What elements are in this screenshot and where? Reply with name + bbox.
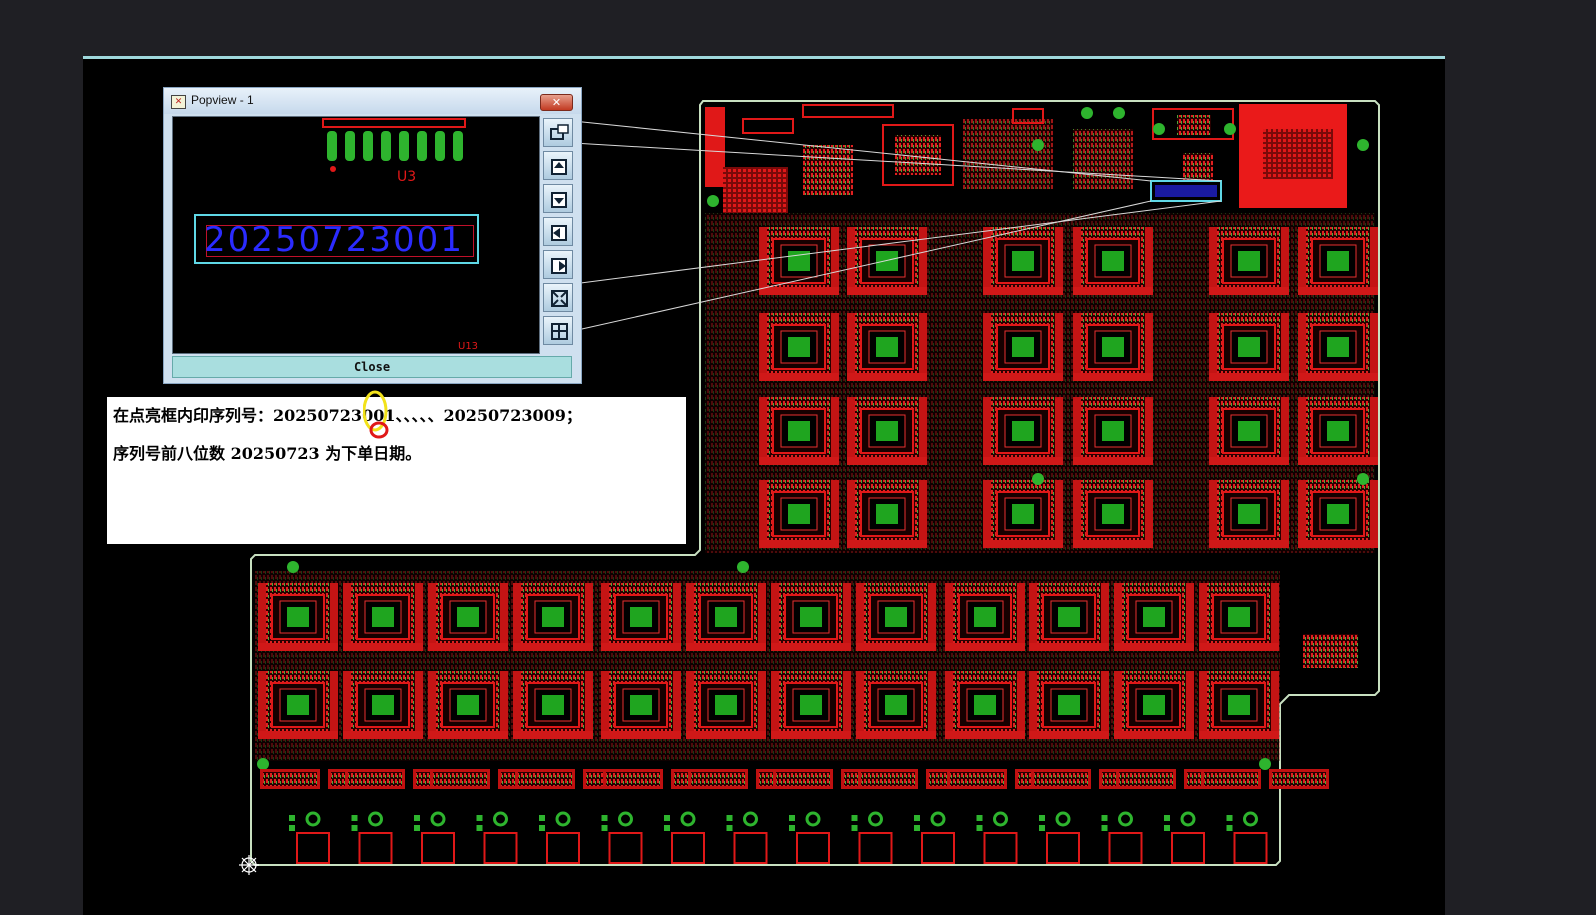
- channel-module: [770, 670, 852, 740]
- serial-number-text: 20250723001: [204, 220, 464, 260]
- upper-module-grid: [705, 213, 1379, 553]
- connector-block: [688, 769, 748, 789]
- channel-module: [1028, 582, 1110, 652]
- connector-block: [1201, 769, 1261, 789]
- channel-module: [685, 582, 767, 652]
- channel-module: [427, 670, 509, 740]
- channel-module: [1113, 582, 1195, 652]
- channel-module: [1113, 670, 1195, 740]
- channel-module: [855, 582, 937, 652]
- connector-block: [1031, 769, 1091, 789]
- component-refdes: U3: [397, 169, 417, 185]
- channel-module: [982, 226, 1064, 296]
- channel-module: [758, 396, 840, 466]
- note-line-1: 在点亮框内印序列号：20250723001、、、、、20250723009；: [113, 406, 582, 425]
- channel-module: [982, 312, 1064, 382]
- channel-module: [758, 226, 840, 296]
- connector-block: [858, 769, 918, 789]
- channel-module: [770, 582, 852, 652]
- pan-right-button[interactable]: [543, 250, 573, 279]
- pan-right-icon: [551, 258, 567, 274]
- channel-module: [1198, 670, 1280, 740]
- channel-module: [1297, 312, 1379, 382]
- zoom-window-icon: [550, 124, 569, 140]
- channel-module: [982, 396, 1064, 466]
- channel-module: [1072, 312, 1154, 382]
- popview-toolbar: [541, 116, 575, 352]
- channel-module: [1208, 396, 1290, 466]
- serial-highlight-box[interactable]: 20250723001: [194, 214, 479, 264]
- channel-module: [846, 396, 928, 466]
- popview-titlebar[interactable]: ✕ Popview - 1 ✕: [164, 88, 581, 114]
- channel-module: [1297, 479, 1379, 549]
- channel-module: [944, 670, 1026, 740]
- channel-module: [600, 670, 682, 740]
- popview-viewport[interactable]: U13 U3 20250723001: [172, 116, 540, 354]
- channel-module: [257, 582, 339, 652]
- zoom-in-icon: [551, 159, 567, 175]
- channel-module: [1208, 479, 1290, 549]
- channel-module: [1028, 670, 1110, 740]
- channel-module: [846, 312, 928, 382]
- channel-module: [758, 312, 840, 382]
- channel-module: [758, 479, 840, 549]
- channel-module: [1297, 396, 1379, 466]
- connector-block: [1269, 769, 1329, 789]
- channel-module: [427, 582, 509, 652]
- connector-block: [603, 769, 663, 789]
- channel-module: [846, 226, 928, 296]
- pan-left-icon: [551, 225, 567, 241]
- zoom-out-button[interactable]: [543, 184, 573, 213]
- channel-module: [342, 582, 424, 652]
- app-icon: ✕: [171, 95, 186, 109]
- channel-module: [685, 670, 767, 740]
- origin-marker-icon: [239, 855, 259, 875]
- zoom-out-icon: [551, 192, 567, 208]
- zoom-window-button[interactable]: [543, 118, 573, 147]
- channel-module: [855, 670, 937, 740]
- window-close-button[interactable]: ✕: [540, 94, 573, 111]
- pan-left-button[interactable]: [543, 217, 573, 246]
- channel-module: [1072, 479, 1154, 549]
- channel-module: [600, 582, 682, 652]
- popview-title: Popview - 1: [191, 93, 254, 107]
- channel-module: [257, 670, 339, 740]
- channel-module: [512, 582, 594, 652]
- channel-module: [1208, 312, 1290, 382]
- connector-block: [345, 769, 405, 789]
- close-button[interactable]: Close: [172, 356, 572, 378]
- channel-module: [512, 670, 594, 740]
- svg-text:U13: U13: [458, 341, 478, 352]
- zoom-world-button[interactable]: [543, 316, 573, 345]
- connector-block: [947, 769, 1007, 789]
- channel-module: [982, 479, 1064, 549]
- channel-module: [846, 479, 928, 549]
- connector-block: [1116, 769, 1176, 789]
- channel-module: [1072, 396, 1154, 466]
- channel-module: [1208, 226, 1290, 296]
- annotation-circle-marks: [363, 390, 389, 439]
- channel-module: [342, 670, 424, 740]
- connector-block: [515, 769, 575, 789]
- channel-module: [944, 582, 1026, 652]
- channel-module: [1198, 582, 1280, 652]
- channel-module: [1072, 226, 1154, 296]
- zoom-in-button[interactable]: [543, 151, 573, 180]
- connector-block: [430, 769, 490, 789]
- connector-block: [260, 769, 320, 789]
- zoom-fit-button[interactable]: [543, 283, 573, 312]
- popview-window[interactable]: ✕ Popview - 1 ✕ U13 U3 20250723001 Close: [163, 87, 582, 384]
- zoom-fit-icon: [551, 290, 568, 307]
- channel-module: [1297, 226, 1379, 296]
- zoom-world-icon: [551, 323, 568, 340]
- connector-block: [773, 769, 833, 789]
